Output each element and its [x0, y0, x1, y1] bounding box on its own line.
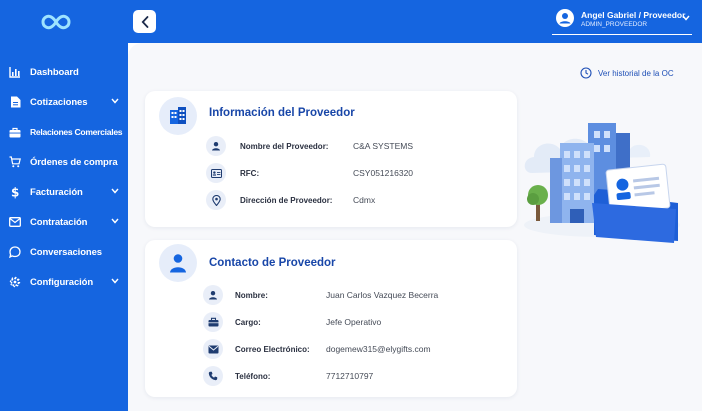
contact-email-label: Correo Electrónico:: [235, 345, 310, 354]
contact-email-value: dogemew315@elygifts.com: [326, 344, 431, 354]
rfc-value: CSY051216320: [353, 168, 414, 178]
gear-icon: [9, 276, 21, 288]
supplier-address-label: Dirección de Proveedor:: [240, 196, 333, 205]
contact-phone-value: 7712710797: [326, 371, 374, 381]
user-role: ADMIN_PROVEEDOR: [581, 21, 648, 28]
cart-icon: [9, 156, 21, 168]
sidebar-item-label: Órdenes de compra: [30, 156, 118, 168]
contact-name-value: Juan Carlos Vazquez Becerra: [326, 290, 439, 300]
sidebar-item-relaciones-comerciales[interactable]: Relaciones Comerciales: [0, 117, 128, 147]
person-icon: [203, 285, 223, 305]
supplier-name-label: Nombre del Proveedor:: [240, 142, 329, 151]
location-pin-icon: [206, 190, 226, 210]
history-link[interactable]: Ver historial de la OC: [580, 67, 674, 79]
card-title: Información del Proveedor: [209, 107, 355, 119]
history-link-label: Ver historial de la OC: [598, 68, 674, 78]
user-menu[interactable]: Angel Gabriel / Proveedor ADMIN_PROVEEDO…: [552, 7, 692, 35]
chevron-down-icon: [111, 278, 119, 284]
chevron-down-icon: [111, 188, 119, 194]
dollar-icon: $: [9, 186, 21, 200]
supplier-name-value: C&A SYSTEMS: [353, 141, 413, 151]
svg-text:$: $: [11, 186, 19, 200]
supplier-illustration: [524, 123, 680, 243]
user-name: Angel Gabriel / Proveedor: [581, 10, 686, 20]
sidebar-item-label: Conversaciones: [30, 246, 102, 258]
sidebar: Dashboard Cotizaciones Relaciones Comerc…: [0, 0, 128, 411]
supplier-address-value: Cdmx: [353, 195, 376, 205]
building-badge: [159, 97, 197, 135]
contact-role-value: Jefe Operativo: [326, 317, 382, 327]
supplier-info-card: Información del Proveedor Nombre del Pro…: [145, 91, 517, 227]
briefcase-icon: [203, 312, 223, 332]
sidebar-nav: Dashboard Cotizaciones Relaciones Comerc…: [0, 57, 128, 297]
back-button[interactable]: [133, 10, 156, 33]
bar-chart-icon: [9, 66, 21, 78]
chevron-down-icon: [682, 15, 690, 21]
sidebar-item-label: Dashboard: [30, 66, 79, 78]
person-icon: [206, 136, 226, 156]
sidebar-item-facturacion[interactable]: $ Facturación: [0, 177, 128, 207]
sidebar-item-conversaciones[interactable]: Conversaciones: [0, 237, 128, 267]
sidebar-item-configuracion[interactable]: Configuración: [0, 267, 128, 297]
rfc-label: RFC:: [240, 169, 260, 178]
sidebar-item-label: Configuración: [30, 276, 94, 288]
id-card-icon: [206, 163, 226, 183]
clock-icon: [580, 67, 592, 79]
mail-icon: [9, 216, 21, 228]
mail-icon: [203, 339, 223, 359]
logo-icon: [41, 14, 71, 30]
person-icon: [170, 254, 186, 273]
chevron-down-icon: [111, 98, 119, 104]
building-icon: [170, 107, 186, 124]
briefcase-icon: [9, 126, 21, 138]
sidebar-item-label: Facturación: [30, 186, 83, 198]
chat-icon: [9, 246, 21, 258]
sidebar-item-label: Cotizaciones: [30, 96, 88, 108]
avatar-icon: [556, 9, 574, 27]
sidebar-item-contratacion[interactable]: Contratación: [0, 207, 128, 237]
sidebar-item-label: Contratación: [30, 216, 88, 228]
phone-icon: [203, 366, 223, 386]
sidebar-item-label: Relaciones Comerciales: [30, 127, 123, 137]
main-content: Ver historial de la OC Información del P…: [128, 43, 702, 411]
contact-name-label: Nombre:: [235, 291, 268, 300]
sidebar-item-cotizaciones[interactable]: Cotizaciones: [0, 87, 128, 117]
sidebar-item-ordenes-de-compra[interactable]: Órdenes de compra: [0, 147, 128, 177]
supplier-contact-card: Contacto de Proveedor Nombre: Juan Carlo…: [145, 240, 517, 397]
chevron-left-icon: [141, 15, 148, 28]
contact-phone-label: Teléfono:: [235, 372, 271, 381]
sidebar-item-dashboard[interactable]: Dashboard: [0, 57, 128, 87]
document-icon: [9, 96, 21, 108]
card-title: Contacto de Proveedor: [209, 257, 336, 269]
contact-role-label: Cargo:: [235, 318, 261, 327]
contact-badge: [159, 244, 197, 282]
top-header: Angel Gabriel / Proveedor ADMIN_PROVEEDO…: [128, 0, 702, 43]
chevron-down-icon: [111, 218, 119, 224]
